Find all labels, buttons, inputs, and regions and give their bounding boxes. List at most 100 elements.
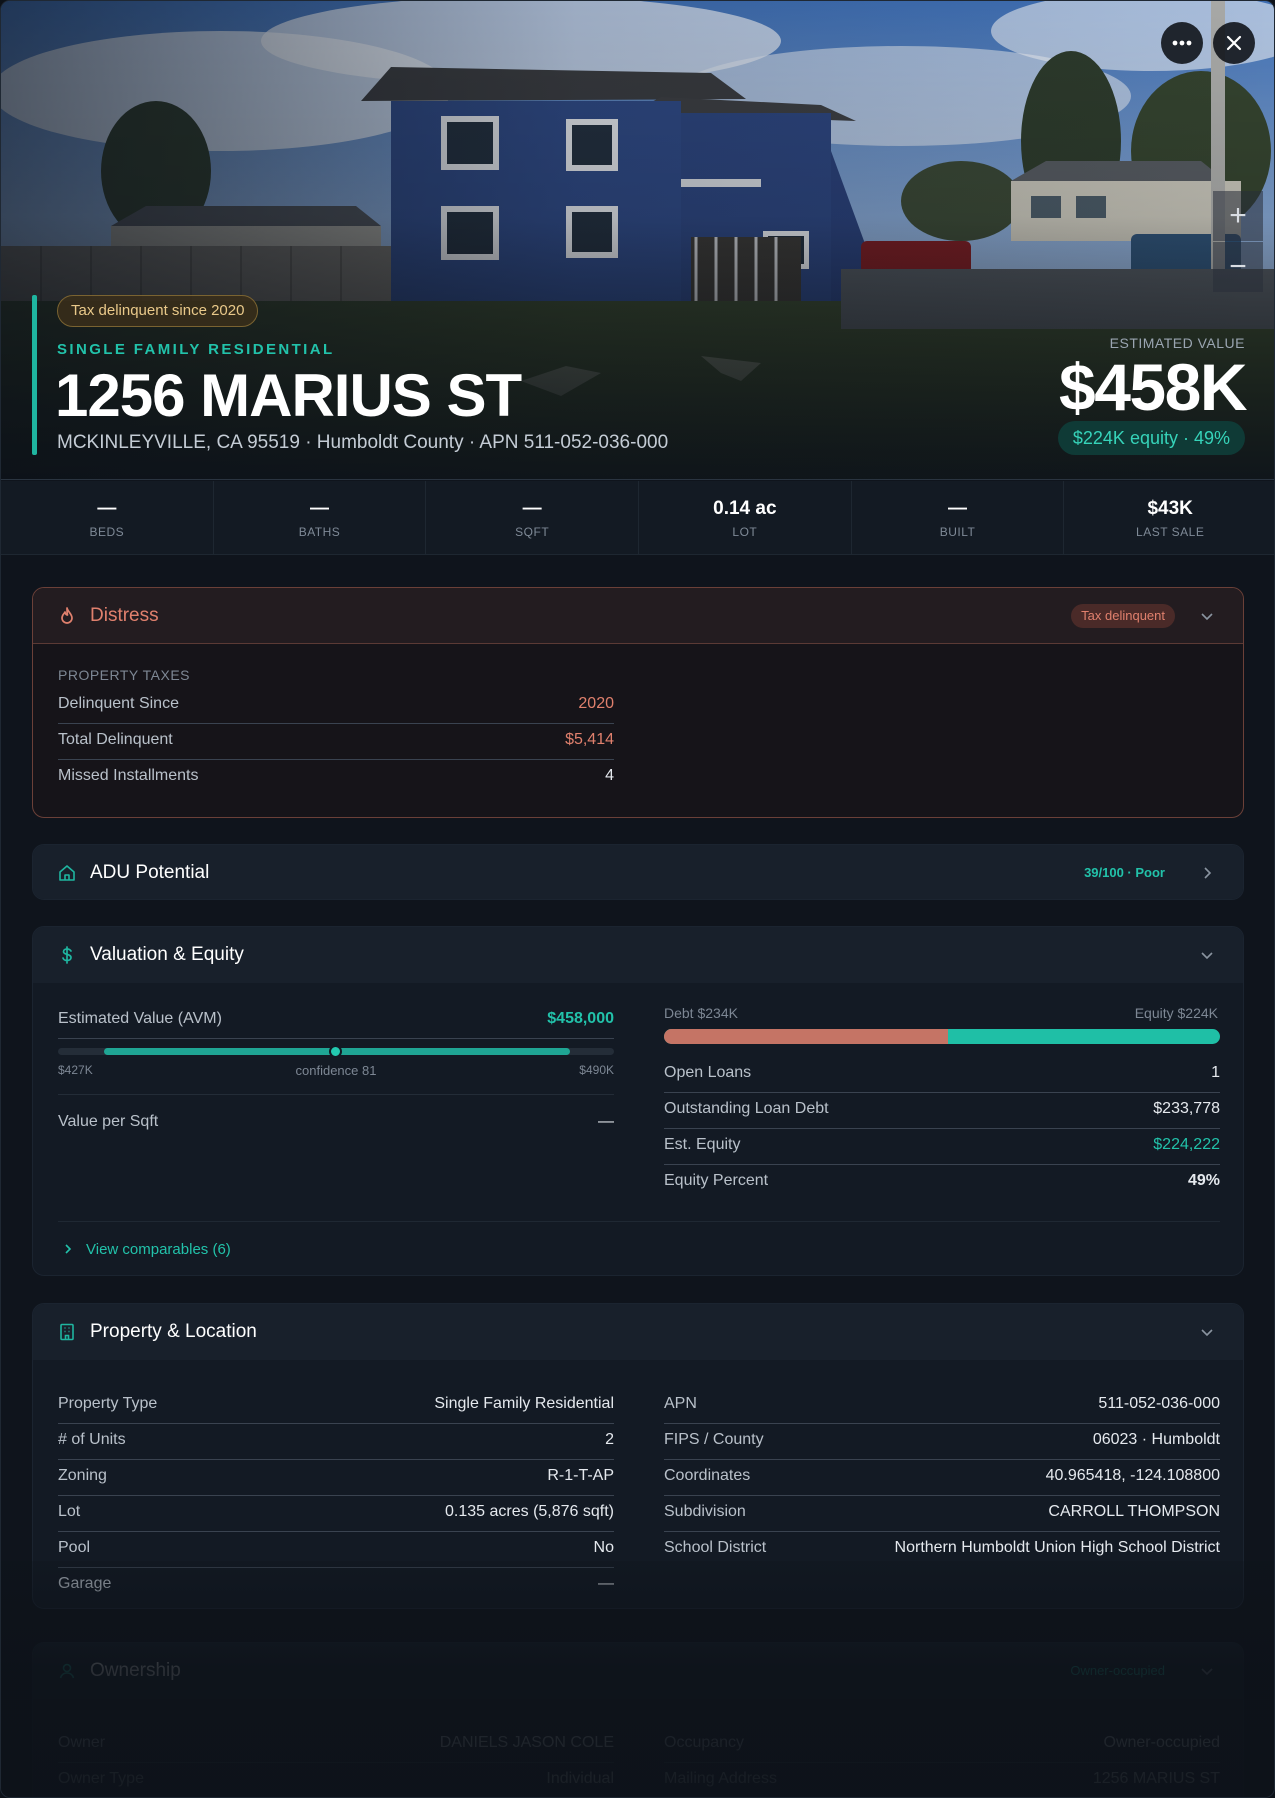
row-value: 1	[1211, 1064, 1220, 1081]
row-label: Owner Type	[58, 1770, 144, 1787]
more-horizontal-icon	[1172, 40, 1192, 46]
row-label: Missed Installments	[58, 767, 199, 784]
row-label: Subdivision	[664, 1503, 746, 1520]
stat-value: $43K	[1147, 498, 1193, 519]
more-options-button[interactable]	[1161, 22, 1203, 64]
view-comparables-label: View comparables (6)	[86, 1240, 231, 1258]
stat-built: — BUILT	[852, 481, 1065, 554]
property-title: Property & Location	[90, 1321, 257, 1342]
valuation-equity-card: Valuation & Equity Estimated Value (AVM)…	[32, 926, 1244, 1276]
row-value: —	[598, 1575, 614, 1592]
row-label: Total Delinquent	[58, 731, 173, 748]
debt-bar-fill	[664, 1029, 948, 1044]
outstanding-debt-row: Outstanding Loan Debt $233,778	[664, 1093, 1220, 1129]
garage-row: Garage —	[58, 1568, 614, 1604]
value-per-sqft-row: Value per Sqft —	[58, 1106, 614, 1142]
valuation-header[interactable]: Valuation & Equity	[33, 927, 1243, 983]
tax-row-total-delinquent: Total Delinquent $5,414	[58, 724, 614, 760]
ownership-title: Ownership	[90, 1660, 181, 1681]
avm-confidence: confidence 81	[295, 1063, 377, 1078]
chevron-down-icon	[1201, 613, 1213, 621]
close-button[interactable]	[1213, 22, 1255, 64]
distress-header[interactable]: Distress Tax delinquent	[33, 588, 1243, 644]
adu-header[interactable]: ADU Potential 39/100 · Poor	[33, 845, 1243, 899]
subdivision-row: Subdivision CARROLL THOMPSON	[664, 1496, 1220, 1532]
property-header[interactable]: Property & Location	[33, 1304, 1243, 1360]
home-icon	[59, 865, 75, 881]
stat-beds: — BEDS	[1, 481, 214, 554]
apn-row: APN 511-052-036-000	[664, 1388, 1220, 1424]
avm-value: $458,000	[547, 1010, 614, 1027]
zoom-in-button[interactable]: +	[1213, 191, 1263, 241]
row-value: R-1-T-AP	[547, 1467, 614, 1484]
row-value: CARROLL THOMPSON	[1048, 1503, 1220, 1520]
ownership-header[interactable]: Ownership Owner-occupied	[33, 1643, 1243, 1699]
stat-lot: 0.14 ac LOT	[639, 481, 852, 554]
row-label: FIPS / County	[664, 1431, 764, 1448]
chevron-right-icon	[65, 1244, 72, 1254]
divider	[58, 1094, 614, 1095]
row-value: $233,778	[1153, 1100, 1220, 1117]
stat-label: SQFT	[515, 525, 550, 539]
hero-photo: + − Tax delinquent since 2020 SINGLE FAM…	[1, 1, 1274, 480]
flame-icon	[61, 607, 73, 624]
school-district-row: School District Northern Humboldt Union H…	[664, 1532, 1220, 1568]
row-value: 4	[605, 767, 614, 784]
stat-label: LAST SALE	[1136, 525, 1205, 539]
row-label: Value per Sqft	[58, 1113, 159, 1130]
row-value: Northern Humboldt Union High School Dist…	[894, 1539, 1220, 1556]
row-value: 2	[605, 1431, 614, 1448]
row-label: Property Type	[58, 1395, 158, 1412]
row-value: Individual	[546, 1770, 614, 1787]
adu-potential-card[interactable]: ADU Potential 39/100 · Poor	[32, 844, 1244, 900]
property-detail-panel: + − Tax delinquent since 2020 SINGLE FAM…	[0, 0, 1275, 1798]
property-type-label: SINGLE FAMILY RESIDENTIAL	[57, 341, 335, 358]
row-value: $5,414	[565, 731, 614, 748]
avm-row: Estimated Value (AVM) $458,000	[58, 1003, 614, 1039]
row-label: Lot	[58, 1503, 81, 1520]
view-comparables-link[interactable]: View comparables (6)	[61, 1238, 231, 1260]
row-value: —	[598, 1113, 614, 1130]
equity-badge: $224K equity · 49%	[1057, 421, 1245, 455]
property-type-row: Property Type Single Family Residential	[58, 1388, 614, 1424]
ownership-card: Ownership Owner-occupied Owner DANIELS JA…	[32, 1642, 1244, 1797]
building-icon	[60, 1323, 74, 1341]
debt-equity-bar	[664, 1029, 1220, 1044]
row-label: Open Loans	[664, 1064, 752, 1081]
avm-range-low: $427K	[58, 1063, 93, 1077]
close-icon	[1226, 35, 1242, 51]
row-value: Single Family Residential	[434, 1395, 614, 1412]
stat-sqft: — SQFT	[426, 481, 640, 554]
row-label: Delinquent Since	[58, 695, 179, 712]
distress-title: Distress	[90, 605, 159, 626]
stat-baths: — BATHS	[214, 481, 427, 554]
row-value: 511-052-036-000	[1098, 1395, 1220, 1412]
est-equity-row: Est. Equity $224,222	[664, 1129, 1220, 1165]
zoning-row: Zoning R-1-T-AP	[58, 1460, 614, 1496]
tax-row-delinquent-since: Delinquent Since 2020	[58, 688, 614, 724]
fips-row: FIPS / County 06023 · Humboldt	[664, 1424, 1220, 1460]
equity-label: Equity $224K	[1134, 1005, 1218, 1021]
zoom-out-button[interactable]: −	[1213, 242, 1263, 292]
stat-last-sale: $43K LAST SALE	[1064, 481, 1274, 554]
stat-value: —	[522, 498, 542, 519]
chevron-right-icon	[1204, 867, 1212, 879]
stat-label: BEDS	[89, 525, 125, 539]
row-label: # of Units	[58, 1431, 126, 1448]
row-value: 40.965418, -124.108800	[1045, 1467, 1220, 1484]
open-loans-row: Open Loans 1	[664, 1057, 1220, 1093]
stat-value: —	[97, 498, 117, 519]
distress-card: Distress Tax delinquent PROPERTY TAXES D…	[32, 587, 1244, 818]
stat-value: 0.14 ac	[713, 498, 777, 519]
adu-score-badge: 39/100 · Poor	[1084, 865, 1165, 880]
row-label: Zoning	[58, 1467, 107, 1484]
units-row: # of Units 2	[58, 1424, 614, 1460]
row-value: DANIELS JASON COLE	[439, 1734, 614, 1751]
row-label: Pool	[58, 1539, 91, 1556]
coordinates-row: Coordinates 40.965418, -124.108800	[664, 1460, 1220, 1496]
stat-label: LOT	[732, 525, 758, 539]
row-value: 49%	[1187, 1172, 1220, 1189]
occupancy-badge: Owner-occupied	[1070, 1663, 1165, 1678]
divider	[58, 1221, 1220, 1222]
minus-icon: −	[1229, 250, 1247, 283]
